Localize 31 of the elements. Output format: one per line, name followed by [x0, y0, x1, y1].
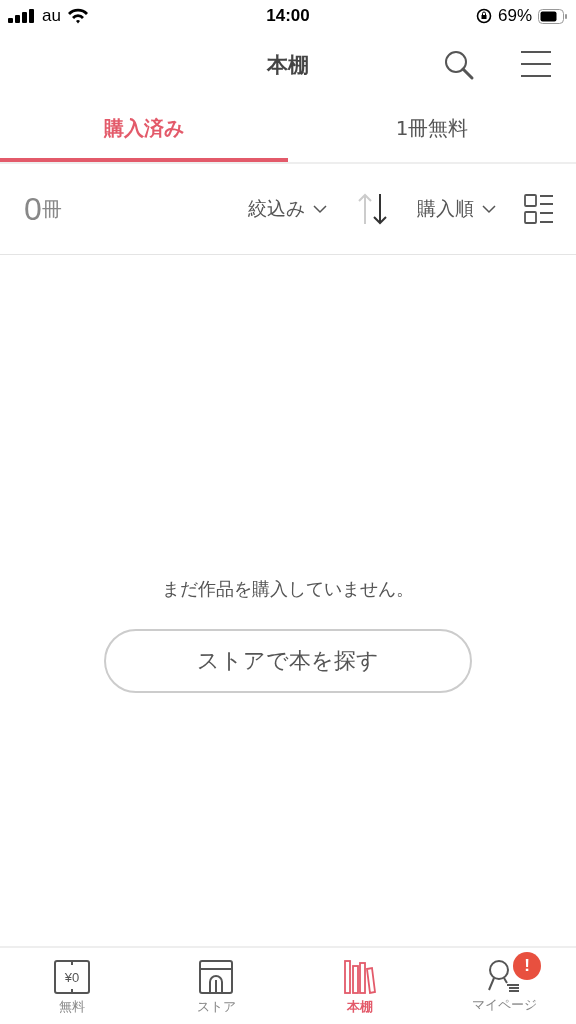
- user-list-icon: [487, 960, 521, 992]
- tab-bar-item[interactable]: 本棚: [288, 948, 432, 1024]
- tab[interactable]: 購入済み: [0, 98, 288, 162]
- storefront-icon: [199, 960, 233, 994]
- tab[interactable]: 1冊無料: [288, 98, 576, 162]
- tab-bar-item[interactable]: ! マイページ: [432, 948, 576, 1024]
- clock-time: 14:00: [266, 6, 310, 26]
- books-icon: [344, 960, 376, 994]
- tab-bar-item[interactable]: ストア: [144, 948, 288, 1024]
- search-icon[interactable]: [443, 49, 475, 81]
- list-view-icon[interactable]: [524, 194, 554, 224]
- signal-icon: [8, 9, 36, 23]
- chevron-down-icon: [482, 204, 496, 214]
- battery-percent: 69%: [498, 6, 532, 26]
- battery-icon: [538, 8, 568, 24]
- empty-message: まだ作品を購入していません。: [162, 577, 414, 601]
- notification-badge: !: [513, 952, 541, 980]
- menu-icon[interactable]: [520, 49, 552, 79]
- page-title: 本棚: [267, 52, 309, 79]
- chevron-down-icon: [313, 204, 327, 214]
- wifi-icon: [66, 8, 89, 24]
- store-button[interactable]: ストアで本を探す: [104, 629, 472, 693]
- sort-dropdown[interactable]: 購入順: [417, 196, 496, 222]
- count-unit: 冊: [41, 195, 62, 223]
- yen-ticket-icon: ¥0: [54, 960, 90, 994]
- filter-dropdown[interactable]: 絞込み: [248, 196, 327, 222]
- sort-order-icon[interactable]: [357, 193, 389, 225]
- carrier-name: au: [42, 6, 61, 26]
- book-count: 0: [24, 190, 42, 228]
- rotation-lock-icon: [476, 8, 492, 24]
- tab-bar-item[interactable]: ¥0 無料: [0, 948, 144, 1024]
